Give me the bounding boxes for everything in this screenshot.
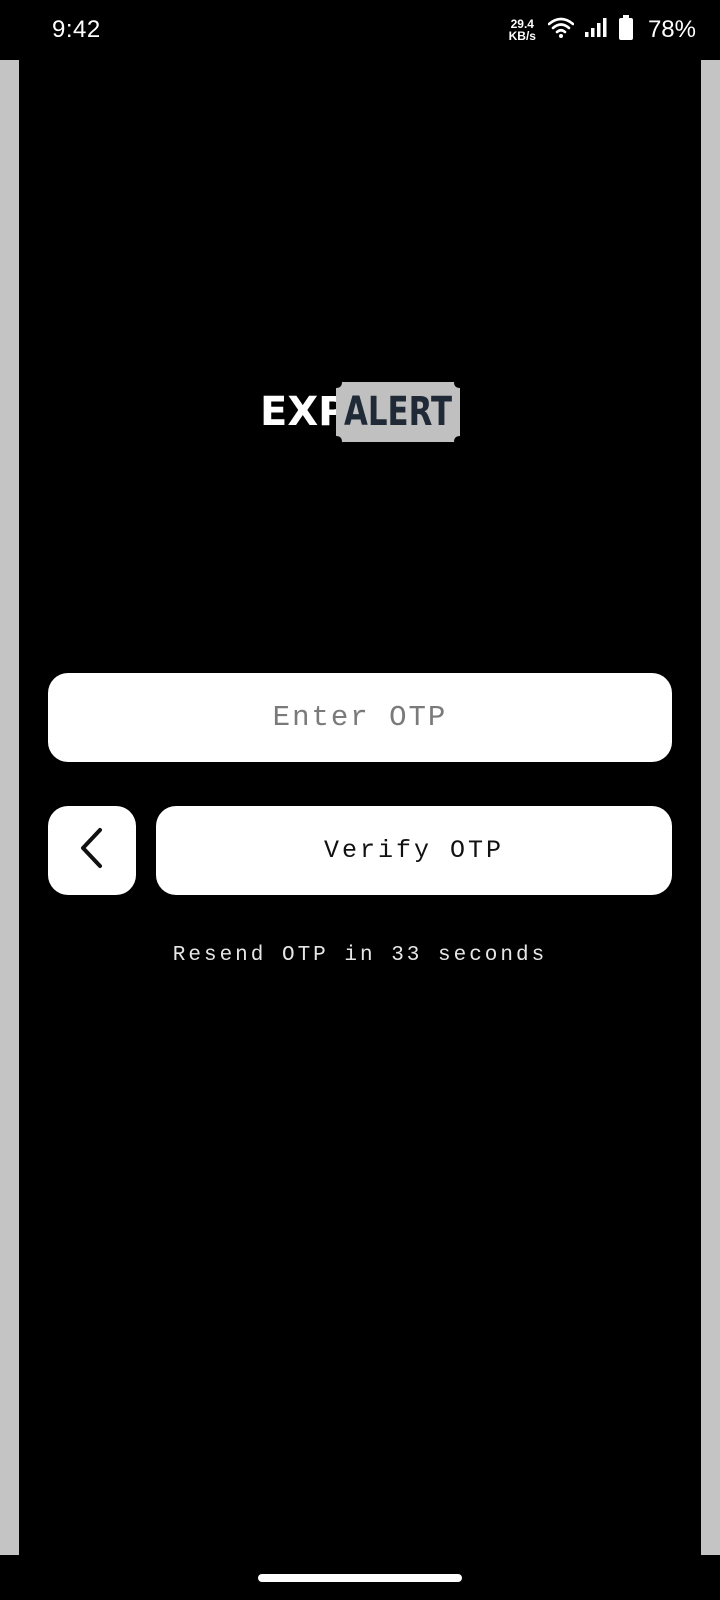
battery-percent: 78%: [647, 16, 696, 43]
left-edge-strip: [0, 60, 19, 1555]
home-indicator[interactable]: [258, 1574, 462, 1582]
battery-icon: [618, 14, 634, 46]
status-time: 9:42: [52, 16, 101, 43]
status-icons: 29.4 KB/s 78%: [509, 12, 696, 48]
expalert-logo: EXP ALERT: [260, 379, 462, 445]
otp-input[interactable]: [48, 673, 672, 762]
signal-icon: [584, 17, 608, 44]
back-button[interactable]: [48, 806, 136, 895]
network-speed: 29.4 KB/s: [509, 18, 536, 42]
logo-text-dark: ALERT: [344, 389, 453, 435]
logo-text-light: EXP: [260, 389, 347, 435]
resend-otp-countdown: Resend OTP in 33 seconds: [172, 944, 548, 967]
otp-verification-screen: 9:42 29.4 KB/s 78% EXP ALERT Enter OTP V…: [0, 0, 720, 1600]
status-bar: 9:42 29.4 KB/s 78%: [0, 0, 720, 60]
right-edge-strip: [701, 60, 720, 1555]
network-speed-unit: KB/s: [508, 29, 536, 43]
wifi-icon: [547, 17, 575, 44]
verify-otp-label: Verify OTP: [323, 836, 505, 865]
chevron-left-icon: [78, 827, 106, 874]
verify-otp-button[interactable]: Verify OTP: [156, 806, 672, 895]
